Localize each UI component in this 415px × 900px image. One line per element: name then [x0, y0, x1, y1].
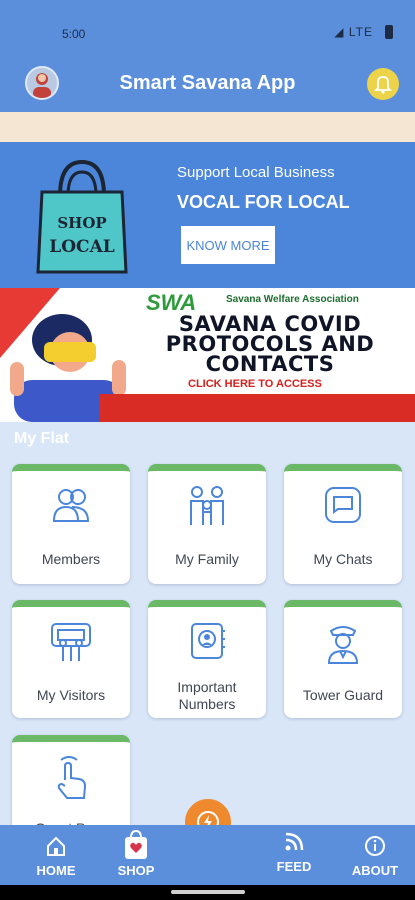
- shopping-bag-icon: [96, 828, 176, 860]
- network-label: LTE: [348, 25, 373, 39]
- covid-title-line: CONTACTS: [205, 352, 335, 376]
- signal-icon: ◢: [334, 25, 345, 39]
- tile-label: My Family: [175, 551, 239, 567]
- app-header: Smart Savana App: [0, 56, 415, 112]
- nav-feed[interactable]: FEED: [254, 825, 334, 885]
- home-icon: [16, 835, 96, 857]
- bell-icon: [373, 76, 393, 94]
- bag-text-local: LOCAL: [49, 237, 114, 257]
- tile-my-family[interactable]: My Family: [148, 464, 266, 584]
- bag-text-shop: SHOP: [57, 214, 106, 232]
- chat-icon: [284, 485, 402, 525]
- notifications-button[interactable]: [367, 68, 399, 100]
- app-title: Smart Savana App: [119, 72, 296, 94]
- shop-local-banner[interactable]: SHOP LOCAL Support Local Business VOCAL …: [0, 142, 415, 288]
- covid-title-line: PROTOCOLS AND: [165, 332, 375, 356]
- network-indicator: ◢ LTE: [334, 25, 373, 39]
- tile-label: My Chats: [313, 551, 373, 567]
- phonebook-icon: [148, 621, 266, 661]
- association-name: Savana Welfare Association: [226, 294, 359, 305]
- rss-feed-icon: [254, 831, 334, 853]
- covid-banner-title: SAVANA COVID PROTOCOLS AND CONTACTS: [130, 312, 410, 376]
- tile-important-numbers[interactable]: Important Numbers: [148, 600, 266, 718]
- banner-headline: VOCAL FOR LOCAL: [177, 192, 350, 212]
- tile-my-visitors[interactable]: My Visitors: [12, 600, 130, 718]
- info-icon: [335, 835, 415, 857]
- nav-label: SHOP: [117, 863, 155, 878]
- visitors-icon: [12, 621, 130, 663]
- covid-title-line: SAVANA COVID: [178, 312, 362, 336]
- section-title: My Flat: [14, 430, 70, 447]
- banner-red-stripe: [100, 394, 415, 422]
- covid-protocols-banner[interactable]: SWA Savana Welfare Association SAVANA CO…: [0, 288, 415, 422]
- notice-strip: [0, 112, 415, 142]
- tile-tower-guard[interactable]: Tower Guard: [284, 600, 402, 718]
- status-bar: 5:00 ◢ LTE: [0, 0, 415, 56]
- guard-icon: [284, 621, 402, 665]
- members-icon: [12, 485, 130, 525]
- tile-label: Important Numbers: [177, 679, 237, 712]
- tap-icon: [12, 756, 130, 802]
- system-navigation-bar: [0, 885, 415, 900]
- battery-icon: [385, 25, 393, 39]
- status-time: 5:00: [62, 27, 86, 41]
- know-more-button[interactable]: KNOW MORE: [181, 226, 275, 264]
- home-indicator[interactable]: [171, 890, 245, 894]
- tile-label: My Visitors: [36, 687, 106, 703]
- nav-label: HOME: [36, 863, 76, 878]
- tile-guest-pass[interactable]: Guest Pass: [12, 735, 130, 839]
- nav-shop[interactable]: SHOP: [96, 825, 176, 885]
- banner-tagline: Support Local Business: [177, 164, 335, 181]
- tile-label: Tower Guard: [302, 687, 384, 703]
- nav-home[interactable]: HOME: [16, 825, 96, 885]
- shopping-bag-illustration: SHOP LOCAL: [36, 156, 128, 279]
- bottom-navigation: HOME SHOP FEED ABOUT: [0, 825, 415, 885]
- nav-about[interactable]: ABOUT: [335, 825, 415, 885]
- covid-banner-cta[interactable]: CLICK HERE TO ACCESS: [188, 378, 322, 390]
- tile-label: Members: [41, 551, 101, 567]
- nav-label: FEED: [276, 859, 312, 874]
- family-icon: [148, 485, 266, 529]
- nav-label: ABOUT: [351, 863, 399, 878]
- tile-members[interactable]: Members: [12, 464, 130, 584]
- tile-my-chats[interactable]: My Chats: [284, 464, 402, 584]
